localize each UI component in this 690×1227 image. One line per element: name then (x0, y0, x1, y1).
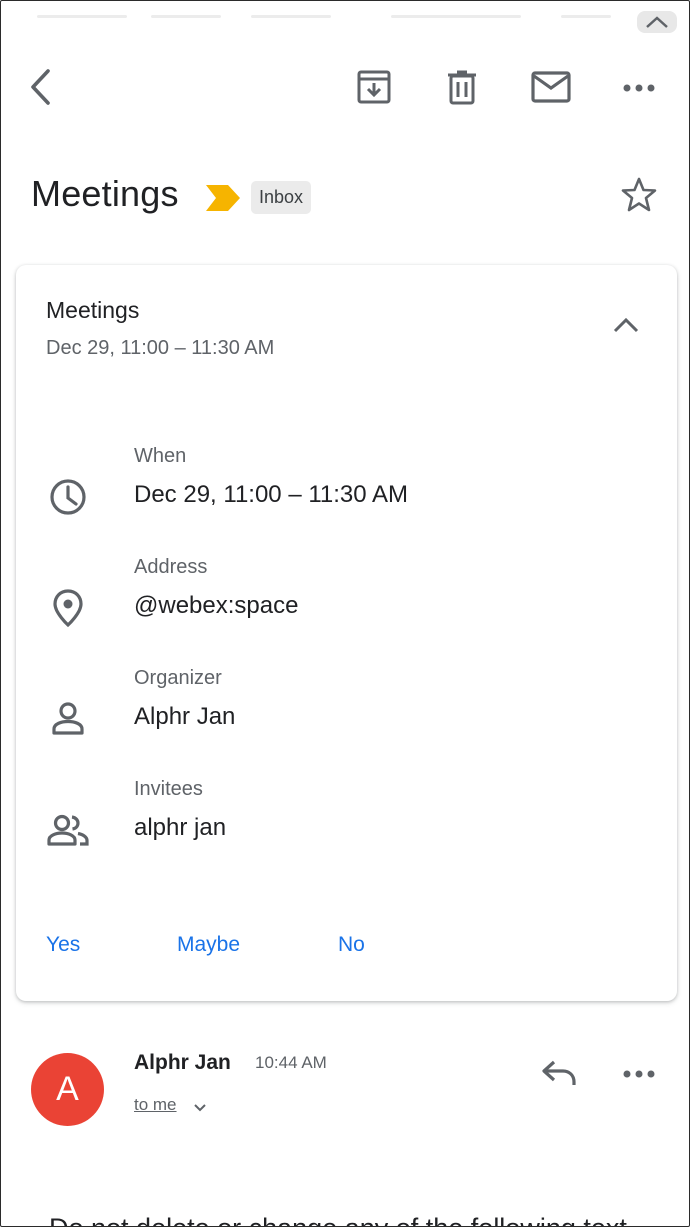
trash-icon (446, 69, 478, 110)
more-horizontal-icon (622, 80, 656, 98)
detail-label: Address (134, 556, 208, 578)
top-toolbar (1, 57, 689, 121)
email-subject: Meetings (31, 173, 179, 214)
event-detail-address: Address @webex:space (16, 556, 677, 646)
chevron-up-icon (612, 316, 640, 339)
importance-marker-icon[interactable] (206, 185, 240, 211)
rsvp-actions: Yes Maybe No (16, 933, 677, 967)
email-screen: Meetings Inbox Meetings Dec 29, 11:00 – … (0, 0, 690, 1227)
event-detail-invitees: Invitees alphr jan (16, 778, 677, 868)
event-datetime-summary: Dec 29, 11:00 – 11:30 AM (46, 337, 275, 359)
calendar-event-card: Meetings Dec 29, 11:00 – 11:30 AM When D… (16, 265, 677, 1001)
rsvp-maybe-button[interactable]: Maybe (177, 933, 240, 957)
location-pin-icon (46, 586, 90, 630)
avatar[interactable]: A (31, 1053, 104, 1126)
archive-icon (356, 69, 392, 110)
detail-value: alphr jan (134, 814, 227, 841)
event-detail-organizer: Organizer Alphr Jan (16, 667, 677, 757)
reply-icon (541, 1058, 577, 1093)
event-detail-when: When Dec 29, 11:00 – 11:30 AM (16, 445, 677, 535)
rsvp-yes-button[interactable]: Yes (46, 933, 80, 957)
sender-name: Alphr Jan (134, 1051, 231, 1074)
status-bar-remnant (1, 1, 689, 35)
back-button[interactable] (13, 63, 69, 115)
star-outline-icon (620, 177, 658, 218)
mail-icon (531, 70, 571, 108)
clock-icon (46, 475, 90, 519)
message-header: A Alphr Jan 10:44 AM to me (1, 1041, 689, 1141)
star-button[interactable] (615, 175, 663, 219)
more-horizontal-icon (622, 1066, 656, 1084)
detail-label: Organizer (134, 667, 222, 689)
reply-button[interactable] (535, 1055, 583, 1095)
collapse-card-button[interactable] (606, 311, 646, 343)
message-body-preview: Do not delete or change any of the follo… (49, 1213, 627, 1226)
address-link[interactable]: @webex:space (134, 592, 298, 620)
detail-value: Alphr Jan (134, 703, 236, 730)
detail-value: Dec 29, 11:00 – 11:30 AM (134, 481, 408, 508)
person-icon (46, 697, 90, 741)
inbox-label-badge[interactable]: Inbox (251, 181, 312, 214)
message-more-button[interactable] (615, 1055, 663, 1095)
rsvp-no-button[interactable]: No (338, 933, 365, 957)
sent-time: 10:44 AM (255, 1053, 327, 1072)
recipient-details-link[interactable]: to me (134, 1095, 177, 1115)
detail-label: When (134, 445, 187, 467)
people-icon (46, 808, 90, 852)
delete-button[interactable] (434, 63, 490, 115)
subject-row: Meetings Inbox (1, 161, 689, 233)
mark-unread-button[interactable] (523, 63, 579, 115)
chevron-down-icon[interactable] (191, 1099, 209, 1115)
archive-button[interactable] (346, 63, 402, 115)
event-title: Meetings (46, 297, 140, 323)
scroll-up-icon[interactable] (637, 11, 677, 33)
more-options-button[interactable] (611, 63, 667, 115)
arrow-back-icon (26, 67, 56, 112)
detail-label: Invitees (134, 778, 203, 800)
